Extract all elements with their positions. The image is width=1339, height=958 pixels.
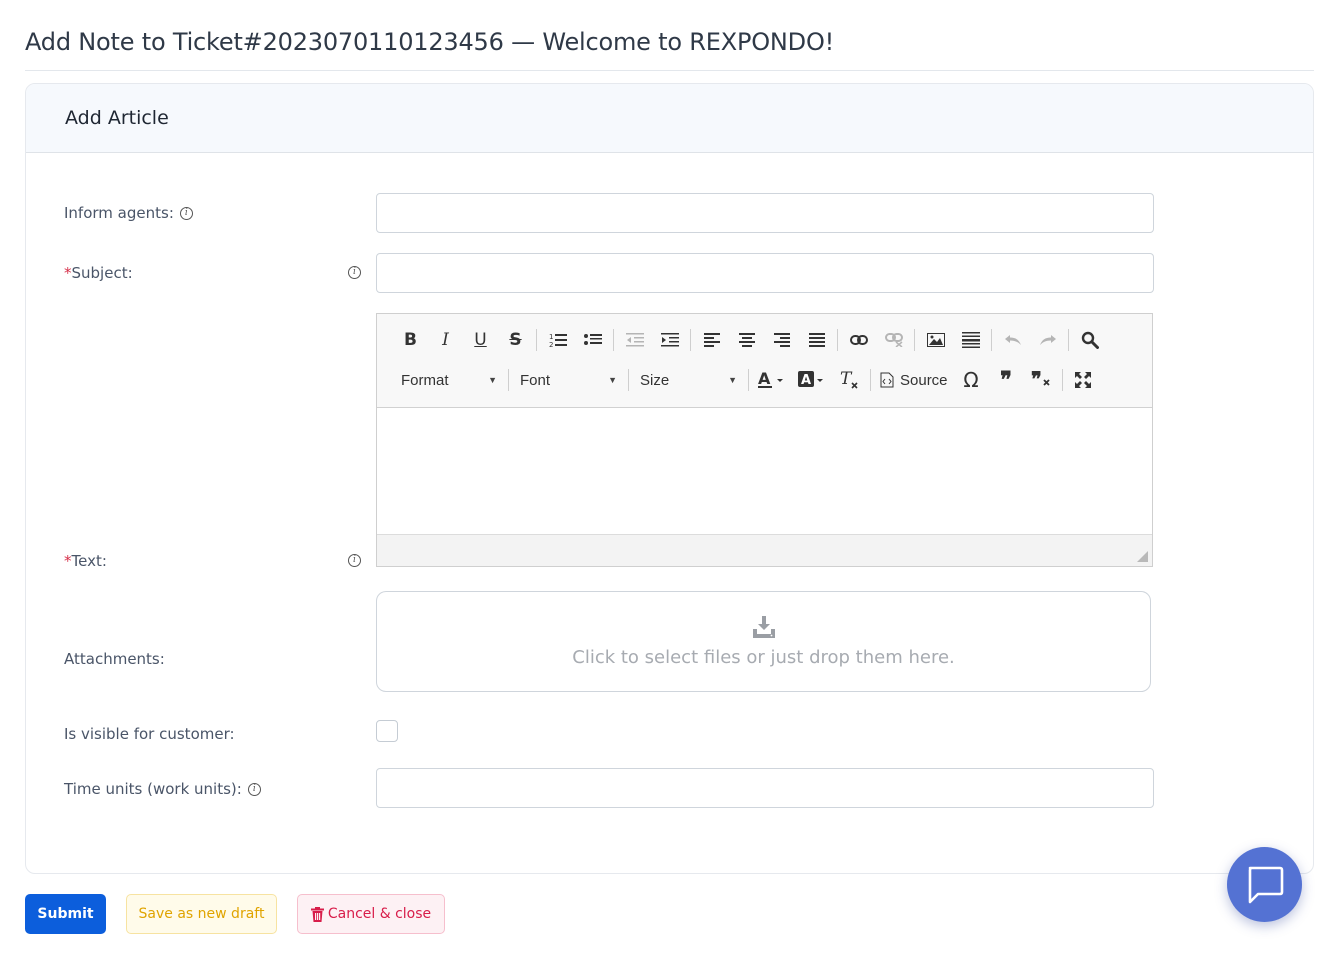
caret-down-icon: ▼ <box>608 375 617 385</box>
text-info-icon[interactable]: i <box>348 554 361 567</box>
source-button[interactable]: Source <box>874 367 954 393</box>
toolbar-row-1: B I U S 12 <box>393 326 1107 354</box>
caret-down-icon: ▼ <box>488 375 497 385</box>
strikethrough-icon[interactable]: S <box>498 327 533 353</box>
bulleted-list-icon[interactable] <box>575 327 610 353</box>
trash-icon <box>310 906 324 922</box>
attachments-dropzone[interactable]: Click to select files or just drop them … <box>376 591 1151 692</box>
toolbar-separator <box>1068 329 1069 351</box>
submit-button[interactable]: Submit <box>25 894 106 934</box>
text-color-icon[interactable]: A <box>752 367 792 393</box>
toolbar-separator <box>613 329 614 351</box>
toolbar-separator <box>991 329 992 351</box>
indent-icon[interactable] <box>652 327 687 353</box>
dropzone-text: Click to select files or just drop them … <box>572 647 955 668</box>
undo-icon[interactable] <box>995 327 1030 353</box>
svg-text:2: 2 <box>549 341 553 348</box>
toolbar-separator <box>748 369 749 391</box>
inform-agents-input[interactable] <box>376 193 1154 233</box>
align-right-icon[interactable] <box>764 327 799 353</box>
attachments-label: Attachments: <box>64 650 165 668</box>
toolbar-separator <box>1061 369 1063 391</box>
image-icon[interactable] <box>918 327 953 353</box>
toolbar-separator <box>690 329 691 351</box>
link-icon[interactable] <box>841 327 876 353</box>
align-left-icon[interactable] <box>694 327 729 353</box>
toolbar-separator <box>536 329 537 351</box>
inform-agents-label: Inform agents: i <box>64 204 193 222</box>
subject-input[interactable] <box>376 253 1154 293</box>
toolbar-separator <box>837 329 838 351</box>
time-units-input[interactable] <box>376 768 1154 808</box>
unlink-icon[interactable] <box>876 327 911 353</box>
card-header: Add Article <box>26 84 1313 153</box>
time-units-label: Time units (work units): i <box>64 780 261 798</box>
download-tray-icon <box>752 616 775 638</box>
underline-icon[interactable]: U <box>463 327 498 353</box>
subject-label: *Subject: <box>64 264 133 282</box>
horizontal-rule-icon[interactable] <box>953 327 988 353</box>
visible-for-customer-checkbox[interactable] <box>376 720 398 742</box>
visible-for-customer-label: Is visible for customer: <box>64 725 235 743</box>
page-title: Add Note to Ticket#2023070110123456 — We… <box>25 28 835 56</box>
numbered-list-icon[interactable]: 12 <box>540 327 575 353</box>
info-icon[interactable]: i <box>179 206 193 220</box>
source-icon <box>880 372 894 388</box>
toolbar-row-2: Format ▼ Font ▼ Size ▼ A A T Source Ω ❞ … <box>393 366 1101 394</box>
size-dropdown[interactable]: Size ▼ <box>632 367 745 393</box>
svg-text:A: A <box>758 370 771 388</box>
editor-content-area[interactable] <box>377 408 1152 534</box>
title-divider <box>25 70 1314 71</box>
editor-status-bar <box>377 534 1152 566</box>
resize-handle-icon[interactable] <box>1137 551 1148 562</box>
toolbar-separator <box>508 369 509 391</box>
chat-launcher-button[interactable] <box>1227 847 1302 922</box>
toolbar-separator <box>870 369 871 391</box>
toolbar-separator <box>628 369 629 391</box>
remove-blockquote-icon[interactable]: ❞ <box>1024 367 1059 393</box>
svg-text:T: T <box>840 370 853 389</box>
svg-text:A: A <box>801 373 811 388</box>
rich-text-editor: B I U S 12 Format ▼ Font ▼ Size ▼ A A T … <box>376 313 1153 567</box>
align-center-icon[interactable] <box>729 327 764 353</box>
find-icon[interactable] <box>1072 327 1107 353</box>
info-icon[interactable]: i <box>247 782 261 796</box>
subject-info-icon[interactable]: i <box>348 266 361 279</box>
outdent-icon[interactable] <box>617 327 652 353</box>
background-color-icon[interactable]: A <box>792 367 832 393</box>
editor-toolbar: B I U S 12 Format ▼ Font ▼ Size ▼ A A T … <box>377 314 1152 408</box>
cancel-close-button[interactable]: Cancel & close <box>297 894 445 934</box>
text-label: *Text: <box>64 552 107 570</box>
chat-bubble-icon <box>1248 866 1283 903</box>
bold-icon[interactable]: B <box>393 327 428 353</box>
redo-icon[interactable] <box>1030 327 1065 353</box>
font-dropdown[interactable]: Font ▼ <box>512 367 625 393</box>
caret-down-icon: ▼ <box>728 375 737 385</box>
add-article-card: Add Article Inform agents: i *Subject: i… <box>25 83 1314 874</box>
maximize-icon[interactable] <box>1066 367 1101 393</box>
remove-format-icon[interactable]: T <box>832 367 867 393</box>
special-char-icon[interactable]: Ω <box>954 367 989 393</box>
justify-icon[interactable] <box>799 327 834 353</box>
svg-text:1: 1 <box>549 333 553 341</box>
toolbar-separator <box>914 329 915 351</box>
card-title: Add Article <box>65 107 169 129</box>
format-dropdown[interactable]: Format ▼ <box>393 367 505 393</box>
svg-text:❞: ❞ <box>1031 371 1042 389</box>
blockquote-icon[interactable]: ❞ <box>989 367 1024 393</box>
save-draft-button[interactable]: Save as new draft <box>126 894 277 934</box>
italic-icon[interactable]: I <box>428 327 463 353</box>
